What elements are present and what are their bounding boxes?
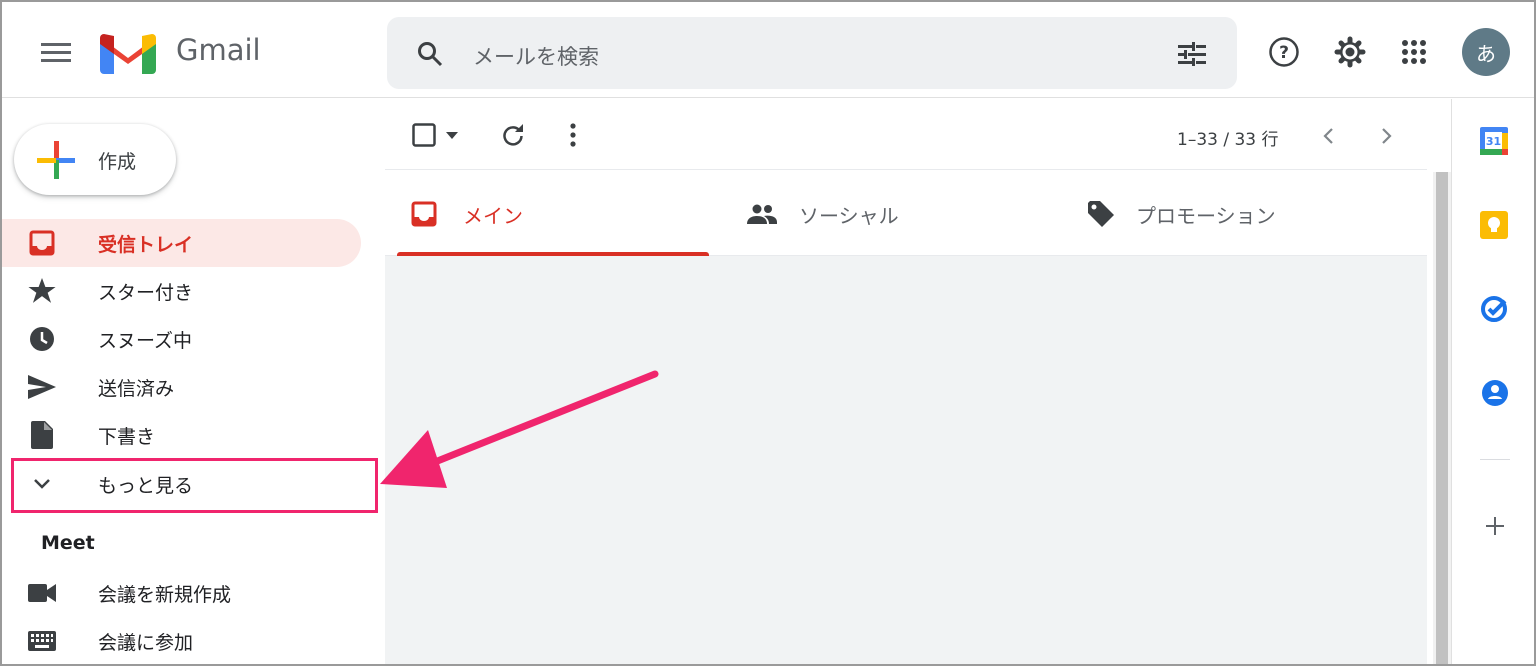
calendar-icon[interactable]: 31: [1480, 127, 1508, 159]
video-icon: [0, 584, 98, 602]
svg-text:31: 31: [1486, 135, 1501, 148]
select-checkbox[interactable]: [411, 122, 437, 148]
inbox-icon: [411, 201, 437, 227]
sidebar-item-sent[interactable]: 送信済み: [0, 363, 361, 411]
side-panel: 31: [1451, 99, 1534, 664]
sidebar-item-inbox[interactable]: 受信トレイ: [0, 219, 361, 267]
pagination-info: 1–33 / 33 行: [1177, 130, 1279, 150]
contacts-icon[interactable]: [1481, 379, 1509, 411]
keyboard-icon: [0, 631, 98, 651]
more-options-icon[interactable]: [563, 122, 583, 148]
refresh-icon[interactable]: [500, 122, 526, 148]
tab-social[interactable]: ソーシャル: [747, 172, 1059, 256]
tasks-icon[interactable]: [1481, 295, 1509, 327]
scrollbar-thumb[interactable]: [1436, 172, 1448, 664]
clock-icon: [0, 326, 98, 352]
svg-text:?: ?: [1279, 43, 1289, 63]
draft-icon: [0, 421, 98, 449]
keep-icon[interactable]: [1480, 211, 1508, 243]
search-icon[interactable]: [415, 39, 445, 69]
sidebar-item-new-meeting[interactable]: 会議を新規作成: [0, 569, 361, 617]
sidebar-item-join-meeting[interactable]: 会議に参加: [0, 617, 361, 665]
header: Gmail メールを検索 ? あ: [2, 2, 1534, 98]
send-icon: [0, 375, 98, 399]
scrollbar[interactable]: [1433, 172, 1451, 664]
compose-button[interactable]: 作成: [14, 124, 176, 195]
search-options-icon[interactable]: [1177, 39, 1207, 69]
sidebar-item-snoozed[interactable]: スヌーズ中: [0, 315, 361, 363]
divider: [1480, 459, 1510, 460]
sidebar-item-starred[interactable]: スター付き: [0, 267, 361, 315]
star-icon: [0, 278, 98, 304]
sidebar-item-drafts[interactable]: 下書き: [0, 411, 361, 459]
tab-main[interactable]: メイン: [397, 172, 709, 256]
help-icon[interactable]: ?: [1266, 34, 1302, 70]
inbox-icon: [0, 230, 98, 256]
gmail-logo-icon[interactable]: [100, 32, 156, 78]
settings-icon[interactable]: [1332, 34, 1368, 70]
email-list-area: [385, 256, 1427, 664]
add-addon-icon[interactable]: [1486, 517, 1504, 539]
search-bar[interactable]: メールを検索: [387, 17, 1237, 89]
next-page-icon[interactable]: [1377, 125, 1397, 147]
category-tabs: メイン ソーシャル プロモーション: [385, 172, 1427, 256]
plus-icon: [37, 141, 75, 179]
main-menu-icon[interactable]: [38, 34, 74, 70]
compose-label: 作成: [98, 151, 137, 173]
apps-icon[interactable]: [1396, 34, 1432, 70]
annotation-highlight-box: [11, 458, 378, 513]
previous-page-icon[interactable]: [1318, 125, 1338, 147]
search-input[interactable]: メールを検索: [473, 41, 599, 71]
app-name: Gmail: [176, 33, 261, 67]
people-icon: [747, 204, 777, 224]
avatar[interactable]: あ: [1462, 28, 1510, 76]
tag-icon: [1088, 201, 1114, 227]
select-dropdown-icon[interactable]: [445, 130, 459, 140]
tab-promotions[interactable]: プロモーション: [1088, 172, 1400, 256]
meet-heading: Meet: [41, 532, 95, 554]
